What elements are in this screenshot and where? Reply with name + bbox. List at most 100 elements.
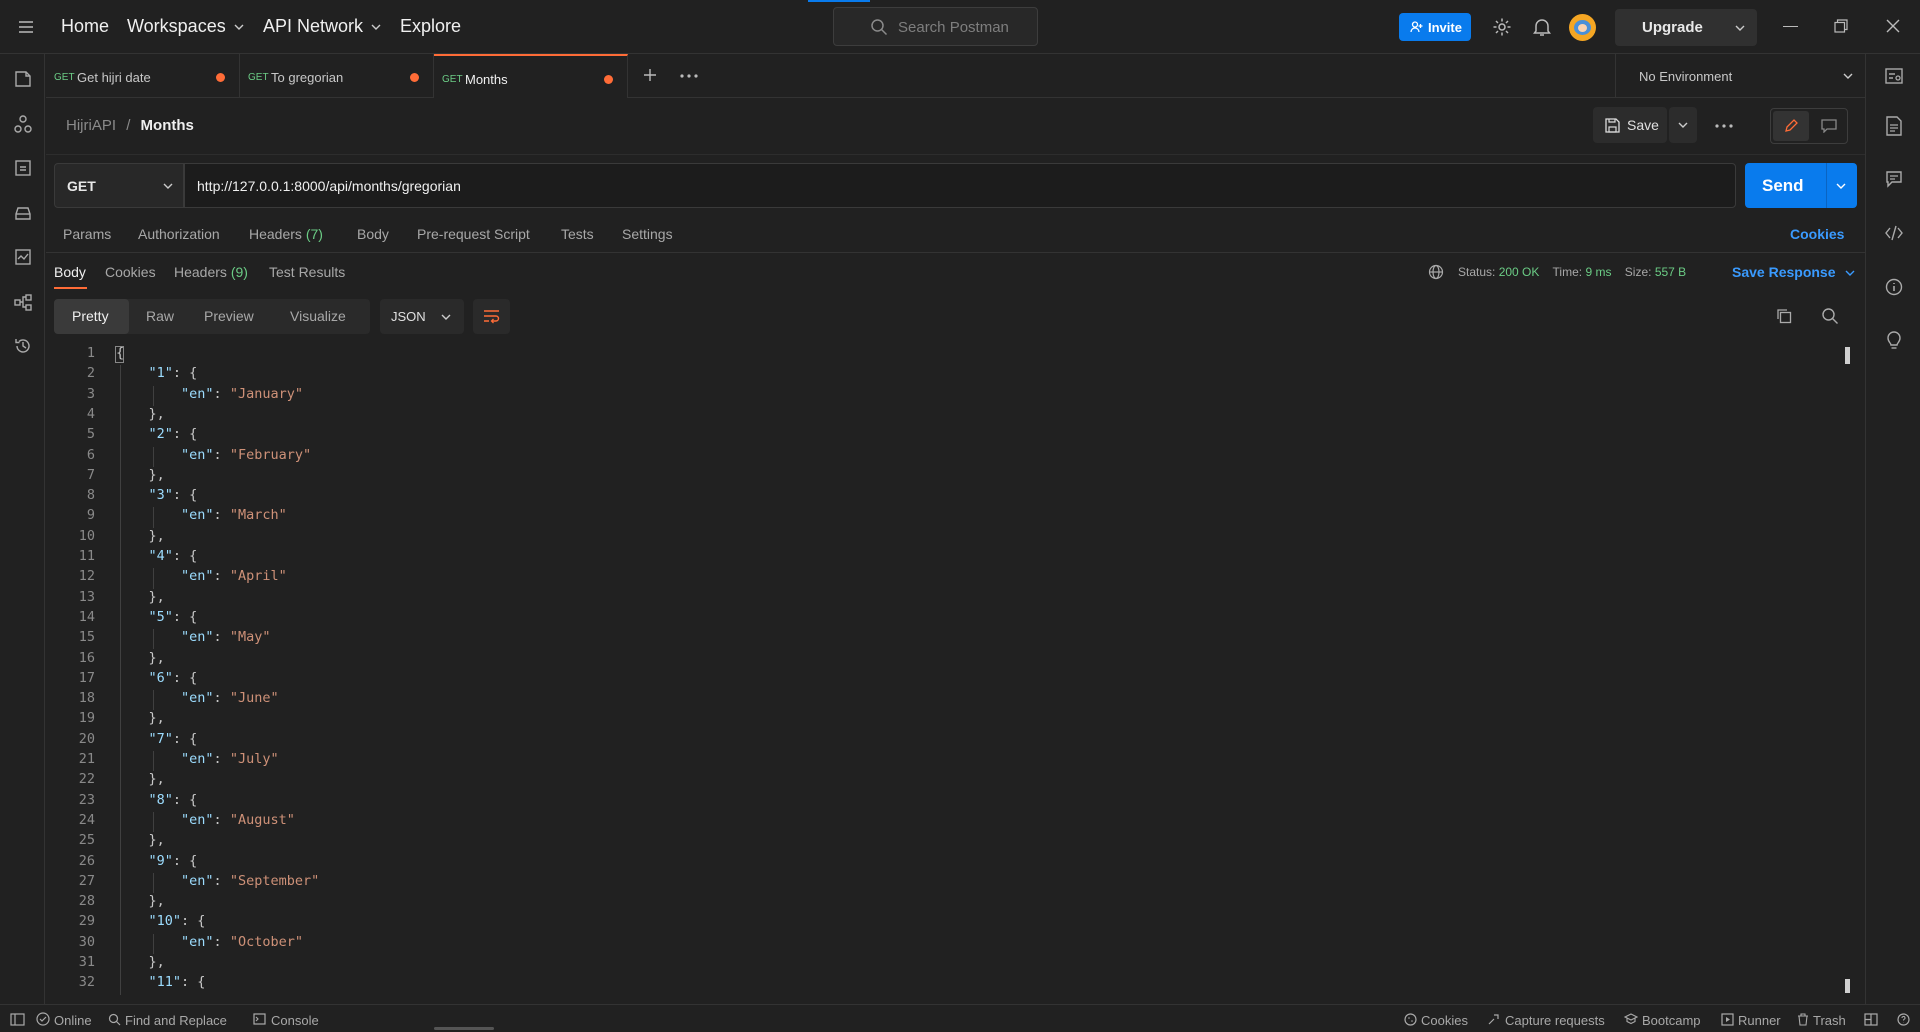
collections-icon[interactable] [13, 69, 33, 89]
tab-params[interactable]: Params [63, 226, 111, 242]
response-tab-test-results[interactable]: Test Results [269, 264, 345, 280]
view-pretty-label: Pretty [72, 308, 109, 324]
upgrade-button[interactable]: Upgrade [1615, 9, 1757, 46]
more-tabs-icon[interactable] [680, 74, 698, 78]
code-line: "en": "July" [181, 751, 279, 767]
environment-select[interactable]: No Environment [1615, 54, 1865, 98]
console-icon [253, 1013, 266, 1025]
search-icon [871, 19, 888, 36]
invite-button[interactable]: Invite [1399, 13, 1471, 41]
menu-icon[interactable] [18, 20, 34, 34]
vertical-scrollbar[interactable] [1843, 345, 1851, 993]
scrollbar-thumb[interactable] [1845, 979, 1850, 993]
wrap-lines-button[interactable] [473, 299, 510, 334]
comments-icon[interactable] [1885, 170, 1903, 188]
apis-icon[interactable] [13, 114, 33, 134]
nav-home[interactable]: Home [61, 16, 109, 37]
cookies-button[interactable]: Cookies [1421, 1013, 1468, 1028]
save-button[interactable]: Save [1593, 107, 1667, 143]
response-tab-body[interactable]: Body [54, 264, 86, 280]
tab-headers-label: Headers [249, 226, 302, 242]
environments-icon[interactable] [13, 158, 33, 178]
notifications-bell-icon[interactable] [1533, 17, 1551, 37]
tab-get-hijri-date[interactable]: GET Get hijri date [46, 54, 240, 98]
resize-handle[interactable] [434, 1027, 494, 1030]
tab-name: Months [465, 72, 508, 87]
more-actions-icon[interactable] [1715, 124, 1733, 128]
new-tab-plus-icon[interactable] [643, 68, 657, 82]
code-icon[interactable] [1884, 224, 1904, 242]
response-tab-headers[interactable]: Headers (9) [174, 264, 248, 280]
monitors-icon[interactable] [13, 247, 33, 267]
code-line: "en": "April" [181, 568, 287, 585]
tab-body[interactable]: Body [357, 226, 389, 242]
flows-icon[interactable] [13, 292, 33, 312]
nav-api-network[interactable]: API Network [263, 16, 381, 37]
save-options-button[interactable] [1669, 107, 1697, 143]
line-number: 17 [78, 669, 95, 686]
nav-workspaces[interactable]: Workspaces [127, 16, 244, 37]
breadcrumb-parent[interactable]: HijriAPI [66, 117, 116, 134]
toggle-sidebar-icon[interactable] [10, 1013, 25, 1026]
view-pretty[interactable]: Pretty [54, 299, 129, 334]
time-value[interactable]: 9 ms [1585, 265, 1611, 279]
chevron-down-icon[interactable] [1836, 183, 1846, 189]
method-select[interactable]: GET [54, 163, 184, 208]
tab-pre-request-script[interactable]: Pre-request Script [417, 226, 530, 242]
search-input[interactable]: Search Postman [833, 7, 1038, 46]
trash-button[interactable]: Trash [1813, 1013, 1846, 1028]
lightbulb-icon[interactable] [1885, 331, 1903, 351]
code-line: }, [116, 405, 165, 422]
tab-tests[interactable]: Tests [561, 226, 594, 242]
settings-gear-icon[interactable] [1492, 17, 1512, 37]
tab-headers[interactable]: Headers (7) [249, 226, 323, 242]
line-number: 23 [78, 791, 95, 808]
find-replace-button[interactable]: Find and Replace [125, 1013, 227, 1028]
capture-requests-button[interactable]: Capture requests [1505, 1013, 1605, 1028]
status-value[interactable]: 200 OK [1499, 265, 1540, 279]
help-icon[interactable] [1897, 1013, 1910, 1026]
online-status[interactable]: Online [54, 1013, 92, 1028]
cookies-link[interactable]: Cookies [1790, 226, 1844, 242]
view-raw[interactable]: Raw [129, 299, 189, 334]
runner-button[interactable]: Runner [1738, 1013, 1781, 1028]
mock-servers-icon[interactable] [13, 203, 33, 223]
comment-mode-button[interactable] [1811, 111, 1847, 141]
tab-months[interactable]: GET Months [434, 54, 628, 98]
info-icon[interactable] [1885, 278, 1903, 296]
bootcamp-button[interactable]: Bootcamp [1642, 1013, 1701, 1028]
url-input[interactable]: http://127.0.0.1:8000/api/months/gregori… [184, 163, 1736, 208]
environment-quicklook-icon[interactable] [1884, 66, 1904, 86]
send-button[interactable]: Send [1745, 163, 1857, 208]
send-label: Send [1762, 176, 1804, 195]
response-body-editor[interactable]: 1{2 "1": {3 "en": "January" 4 }, 5 "2": {6… [46, 345, 1846, 995]
edit-mode-button[interactable] [1773, 111, 1809, 141]
indent-guide [153, 446, 154, 467]
view-visualize[interactable]: Visualize [274, 299, 370, 334]
save-response-button[interactable]: Save Response [1732, 264, 1855, 280]
history-icon[interactable] [13, 336, 33, 356]
bracket-match-highlight [115, 346, 124, 363]
close-icon[interactable] [1886, 19, 1900, 33]
tab-authorization[interactable]: Authorization [138, 226, 220, 242]
chevron-down-icon[interactable] [1735, 25, 1745, 31]
copy-icon[interactable] [1776, 308, 1792, 324]
nav-explore[interactable]: Explore [400, 16, 461, 37]
restore-icon[interactable] [1834, 19, 1848, 33]
size-value[interactable]: 557 B [1655, 265, 1686, 279]
request-tabs-bar: GET Get hijri date GET To gregorian GET … [46, 54, 1865, 98]
minimize-icon[interactable] [1783, 26, 1798, 27]
documentation-icon[interactable] [1885, 116, 1903, 136]
view-preview[interactable]: Preview [189, 299, 274, 334]
scrollbar-thumb[interactable] [1845, 347, 1850, 364]
tab-settings[interactable]: Settings [622, 226, 673, 242]
breadcrumb-current[interactable]: Months [141, 117, 194, 134]
response-tab-cookies[interactable]: Cookies [105, 264, 156, 280]
search-response-icon[interactable] [1821, 307, 1839, 325]
format-select[interactable]: JSON [380, 299, 464, 334]
layout-icon[interactable] [1864, 1013, 1878, 1026]
tab-to-gregorian[interactable]: GET To gregorian [240, 54, 434, 98]
avatar[interactable] [1569, 14, 1596, 41]
loading-indicator [808, 0, 870, 2]
console-button[interactable]: Console [271, 1013, 319, 1028]
